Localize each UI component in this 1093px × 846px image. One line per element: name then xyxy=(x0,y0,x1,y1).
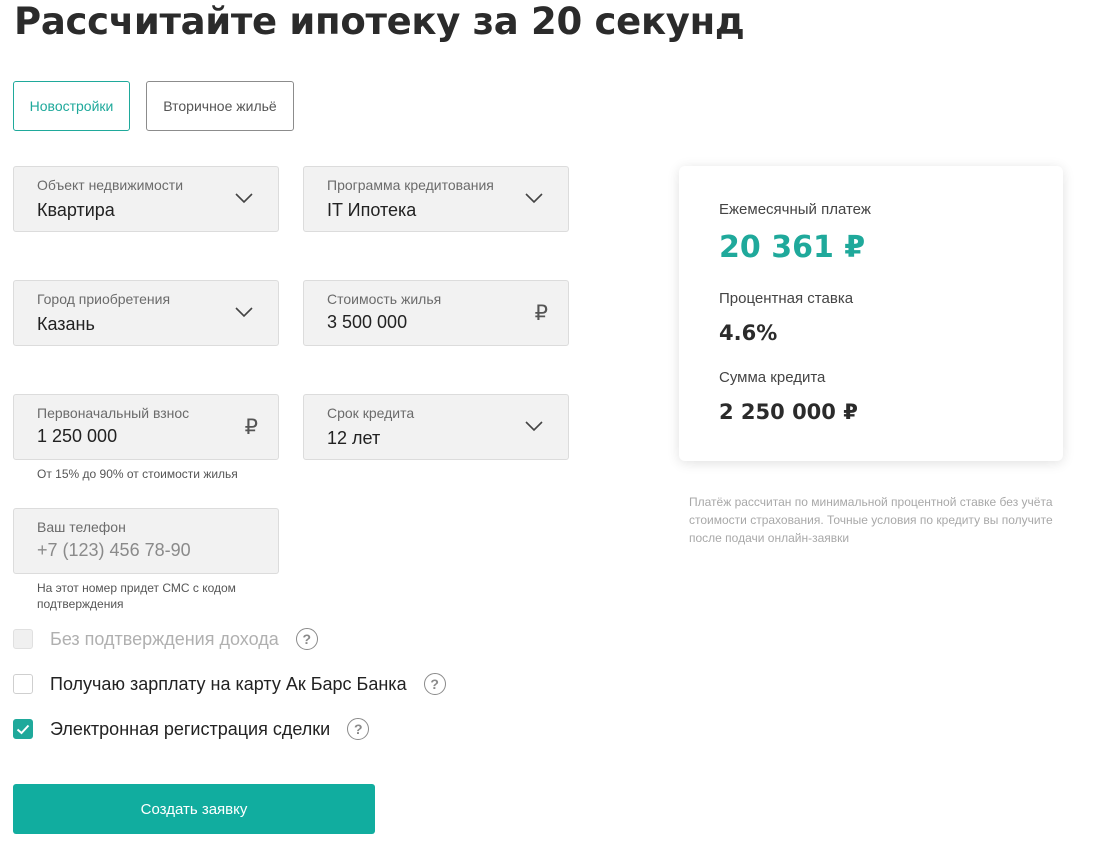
loan-amount-value: 2 250 000 ₽ xyxy=(719,400,858,424)
checkbox-label: Без подтверждения дохода xyxy=(50,628,279,649)
property-price-input[interactable]: Стоимость жилья 3 500 000 ₽ xyxy=(303,280,569,346)
chevron-down-icon xyxy=(235,193,253,204)
property-type-select[interactable]: Объект недвижимости Квартира xyxy=(13,166,279,232)
loan-term-select[interactable]: Срок кредита 12 лет xyxy=(303,394,569,460)
field-label: Город приобретения xyxy=(37,291,171,307)
help-icon[interactable]: ? xyxy=(423,673,446,695)
phone-hint-line: На этот номер придет СМС с кодом xyxy=(37,581,236,595)
interest-rate-label: Процентная ставка xyxy=(719,290,854,307)
chevron-down-icon xyxy=(235,307,253,318)
field-value: 3 500 000 xyxy=(327,312,408,332)
phone-input[interactable]: Ваш телефон +7 (123) 456 78-90 xyxy=(13,508,279,574)
option-salary-card[interactable]: Получаю зарплату на карту Ак Барс Банка … xyxy=(13,671,446,697)
checkmark-icon xyxy=(16,724,30,734)
credit-program-select[interactable]: Программа кредитования IT Ипотека xyxy=(303,166,569,232)
tab-label: Новостройки xyxy=(29,98,114,114)
page-title: Рассчитайте ипотеку за 20 секунд xyxy=(14,0,745,43)
down-payment-input[interactable]: Первоначальный взнос 1 250 000 ₽ xyxy=(13,394,279,460)
ruble-icon: ₽ xyxy=(244,416,258,439)
checkbox-checked[interactable] xyxy=(13,719,33,739)
disclaimer-text: Платёж рассчитан по минимальной процентн… xyxy=(689,495,1053,545)
checkbox-label: Получаю зарплату на карту Ак Барс Банка xyxy=(50,673,407,694)
help-icon[interactable]: ? xyxy=(347,718,370,740)
option-no-income-proof: Без подтверждения дохода ? xyxy=(13,626,318,652)
chevron-down-icon xyxy=(525,421,543,432)
loan-amount-label: Сумма кредита xyxy=(719,369,826,386)
tab-new-buildings[interactable]: Новостройки xyxy=(13,81,130,131)
phone-hint: На этот номер придет СМС с кодом подтвер… xyxy=(37,580,236,612)
field-label: Первоначальный взнос xyxy=(37,405,190,421)
field-value: 1 250 000 xyxy=(37,426,118,446)
help-icon[interactable]: ? xyxy=(295,628,318,650)
checkbox-label: Электронная регистрация сделки xyxy=(50,718,331,739)
phone-hint-line: подтверждения xyxy=(37,597,124,611)
chevron-down-icon xyxy=(525,193,543,204)
monthly-payment-value: 20 361 ₽ xyxy=(719,230,866,265)
field-value: Квартира xyxy=(37,200,115,220)
field-label: Программа кредитования xyxy=(327,177,494,193)
field-label: Объект недвижимости xyxy=(37,177,184,193)
monthly-payment-label: Ежемесячный платеж xyxy=(719,201,871,218)
checkbox[interactable] xyxy=(13,674,33,694)
submit-application-button[interactable]: Создать заявку xyxy=(13,784,375,834)
field-label: Срок кредита xyxy=(327,405,415,421)
field-value: 12 лет xyxy=(327,428,381,448)
field-label: Стоимость жилья xyxy=(327,291,442,307)
field-value: Казань xyxy=(37,314,95,334)
tab-label: Вторичное жильё xyxy=(163,98,277,114)
submit-label: Создать заявку xyxy=(140,800,248,818)
field-value: IT Ипотека xyxy=(327,200,417,220)
interest-rate-value: 4.6% xyxy=(719,321,778,345)
ruble-icon: ₽ xyxy=(534,302,548,325)
checkbox xyxy=(13,629,33,649)
city-select[interactable]: Город приобретения Казань xyxy=(13,280,279,346)
calculation-result-card: Ежемесячный платеж 20 361 ₽ Процентная с… xyxy=(679,166,1063,461)
tab-secondary-housing[interactable]: Вторичное жильё xyxy=(146,81,294,131)
field-label: Ваш телефон xyxy=(37,519,126,535)
down-payment-hint: От 15% до 90% от стоимости жилья xyxy=(37,467,238,481)
phone-placeholder: +7 (123) 456 78-90 xyxy=(37,540,191,560)
option-e-registration[interactable]: Электронная регистрация сделки ? xyxy=(13,716,370,742)
